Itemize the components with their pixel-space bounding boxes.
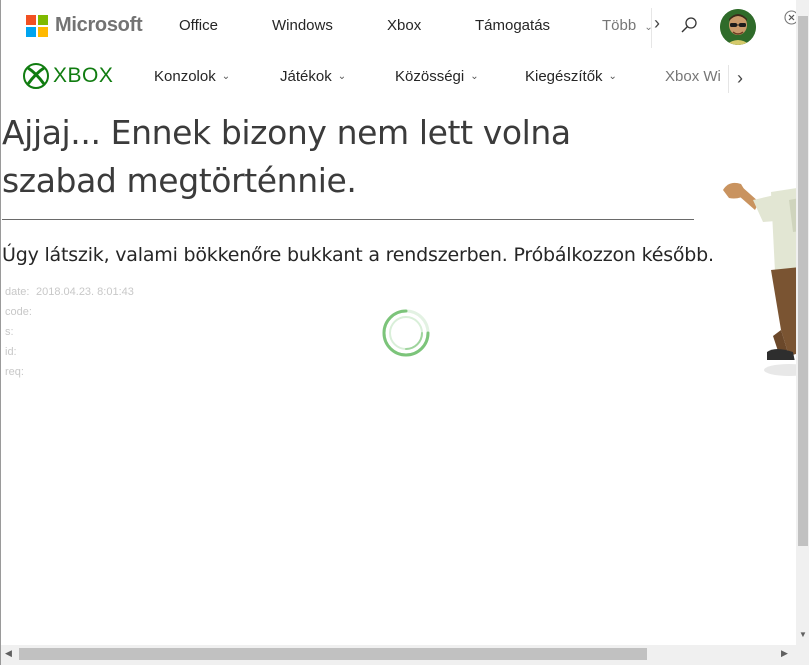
nav-social-label: Közösségi [395, 68, 465, 85]
error-title: Ajjaj... Ennek bizony nem lett volna sza… [2, 113, 571, 200]
nav-games-label: Játékok [280, 68, 332, 85]
nav-office[interactable]: Office [179, 17, 218, 34]
diag-row-code: code: [5, 302, 134, 322]
diagnostics-list: date: 2018.04.23. 8:01:43 code: s: id: re… [5, 282, 134, 382]
nav-xbox-windows[interactable]: Xbox Wi [665, 68, 727, 85]
xbox-brand-text: XBOX [53, 64, 114, 87]
horizontal-scrollbar[interactable]: ◀ ▶ [1, 645, 796, 665]
nav-more[interactable]: Több ⌄ [602, 17, 653, 34]
nav-games[interactable]: Játékok ⌄ [280, 68, 346, 85]
nav-windows[interactable]: Windows [272, 17, 333, 34]
nav-consoles[interactable]: Konzolok ⌄ [154, 68, 230, 85]
chevron-right-icon[interactable]: › [654, 13, 660, 34]
diag-key: id: [5, 346, 17, 358]
xbox-logo[interactable]: XBOX [23, 63, 113, 89]
diag-value: 2018.04.23. 8:01:43 [36, 286, 134, 298]
divider [2, 219, 694, 220]
microsoft-logo[interactable]: Microsoft [26, 14, 143, 37]
diag-key: code: [5, 306, 32, 318]
chevron-down-icon: ⌄ [337, 71, 347, 82]
nav-more-label: Több [602, 17, 637, 34]
scrollbar-corner [796, 645, 809, 665]
divider [651, 8, 652, 48]
microsoft-brand-text: Microsoft [55, 14, 143, 36]
diag-row-id: id: [5, 342, 134, 362]
loading-spinner-icon [382, 309, 430, 357]
chevron-down-icon: ⌄ [221, 71, 231, 82]
nav-accessories[interactable]: Kiegészítők ⌄ [525, 68, 617, 85]
scroll-left-arrow-icon[interactable]: ◀ [5, 648, 12, 659]
nav-consoles-label: Konzolok [154, 68, 216, 85]
user-avatar-icon [720, 9, 756, 45]
horizontal-scrollbar-thumb[interactable] [19, 648, 647, 660]
avatar[interactable] [720, 9, 756, 45]
nav-social[interactable]: Közösségi ⌄ [395, 68, 479, 85]
vertical-scrollbar-thumb[interactable] [798, 16, 808, 546]
diag-row-date: date: 2018.04.23. 8:01:43 [5, 282, 134, 302]
search-icon[interactable] [680, 16, 698, 34]
chevron-right-icon: › [737, 68, 743, 88]
xbox-sphere-icon [23, 63, 49, 89]
browser-window: Microsoft Office Windows Xbox Támogatás … [0, 0, 809, 665]
microsoft-header: Microsoft Office Windows Xbox Támogatás … [1, 0, 799, 55]
diag-row-s: s: [5, 322, 134, 342]
diag-key: date: [5, 286, 30, 298]
vertical-scrollbar[interactable]: ▼ [796, 0, 809, 645]
microsoft-logo-icon [26, 14, 48, 37]
nav-xbox[interactable]: Xbox [387, 17, 421, 34]
nav-accessories-label: Kiegészítők [525, 68, 603, 85]
nav-support[interactable]: Támogatás [475, 17, 550, 34]
xbox-header: XBOX Konzolok ⌄ Játékok ⌄ Közösségi ⌄ Kiegé… [1, 55, 796, 100]
diag-key: s: [5, 326, 14, 338]
diag-key: req: [5, 366, 24, 378]
nav-scroll-right-button[interactable]: › [728, 65, 750, 93]
scroll-down-arrow-icon[interactable]: ▼ [799, 630, 807, 639]
chevron-down-icon: ⌄ [470, 71, 479, 82]
chevron-down-icon: ⌄ [608, 71, 617, 82]
diag-row-req: req: [5, 362, 134, 382]
error-description: Úgy látszik, valami bökkenőre bukkant a … [2, 244, 714, 266]
scroll-right-arrow-icon[interactable]: ▶ [781, 648, 788, 659]
